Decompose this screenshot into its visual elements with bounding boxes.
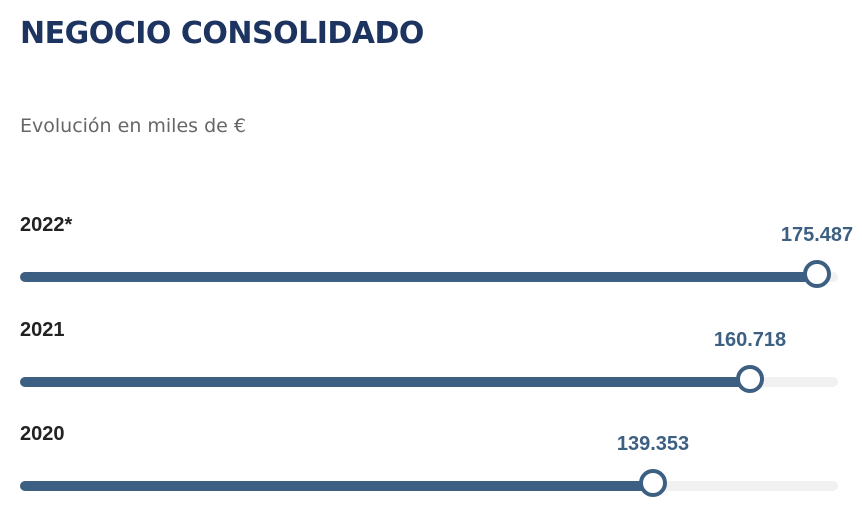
bar-end-marker xyxy=(639,469,667,497)
chart-subtitle: Evolución en miles de € xyxy=(20,115,246,137)
bar-track xyxy=(20,272,838,282)
bar-row: 2022* 175.487 xyxy=(20,212,853,308)
bar-fill xyxy=(20,377,750,387)
bar-track xyxy=(20,377,838,387)
year-label: 2022* xyxy=(20,214,73,236)
page-title: NEGOCIO CONSOLIDADO xyxy=(20,16,424,51)
year-label: 2020 xyxy=(20,423,65,445)
bar-end-marker xyxy=(803,260,831,288)
bar-fill xyxy=(20,272,817,282)
bar-row: 2020 139.353 xyxy=(20,421,838,517)
bar-end-marker xyxy=(736,365,764,393)
bar-fill xyxy=(20,481,653,491)
year-label: 2021 xyxy=(20,319,65,341)
bar-track xyxy=(20,481,838,491)
value-label: 139.353 xyxy=(616,433,690,455)
value-label: 175.487 xyxy=(780,224,854,246)
bar-row: 2021 160.718 xyxy=(20,317,838,413)
value-label: 160.718 xyxy=(713,329,787,351)
